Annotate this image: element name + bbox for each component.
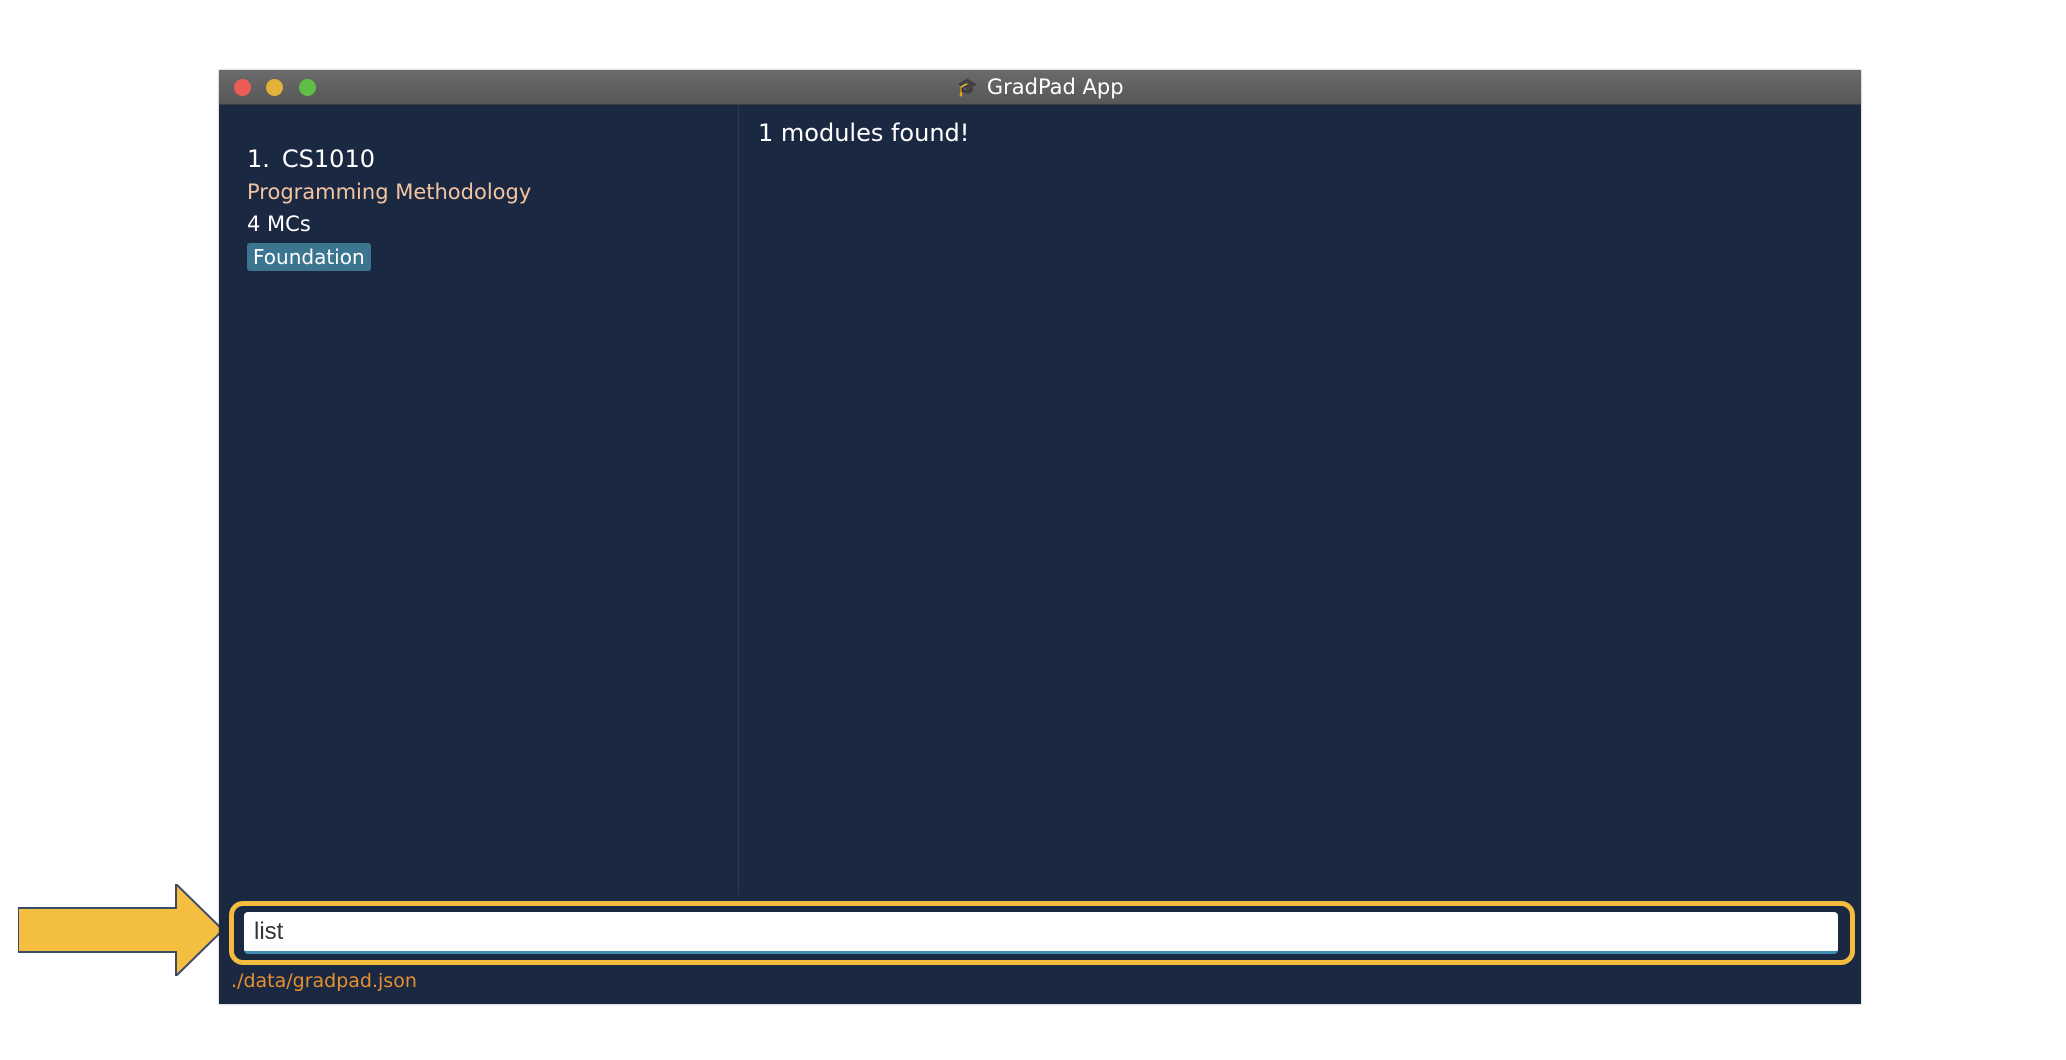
module-name: Programming Methodology (247, 180, 532, 204)
status-bar-save-location: ./data/gradpad.json (231, 970, 417, 992)
module-tag: Foundation (247, 243, 371, 271)
module-index: 1. (247, 145, 270, 173)
result-message: 1 modules found! (758, 119, 970, 147)
window-title: 🎓 GradPad App (219, 70, 1861, 104)
result-display-panel: 1 modules found! (739, 105, 1861, 895)
pointer-arrow-icon (18, 884, 223, 976)
module-card[interactable]: 1. CS1010 Programming Methodology 4 MCs F… (247, 143, 531, 271)
graduation-cap-icon: 🎓 (956, 76, 979, 98)
title-bar: 🎓 GradPad App (219, 70, 1861, 105)
module-credits: 4 MCs (247, 212, 311, 236)
command-input[interactable] (244, 912, 1838, 954)
command-box-highlight (229, 901, 1855, 965)
window-title-text: GradPad App (986, 75, 1124, 99)
module-code: CS1010 (281, 145, 375, 173)
module-list-panel[interactable]: 1. CS1010 Programming Methodology 4 MCs F… (219, 105, 739, 895)
app-window: 🎓 GradPad App 1. CS1010 Programming Metho… (219, 70, 1861, 1004)
module-header: 1. CS1010 (247, 143, 531, 175)
